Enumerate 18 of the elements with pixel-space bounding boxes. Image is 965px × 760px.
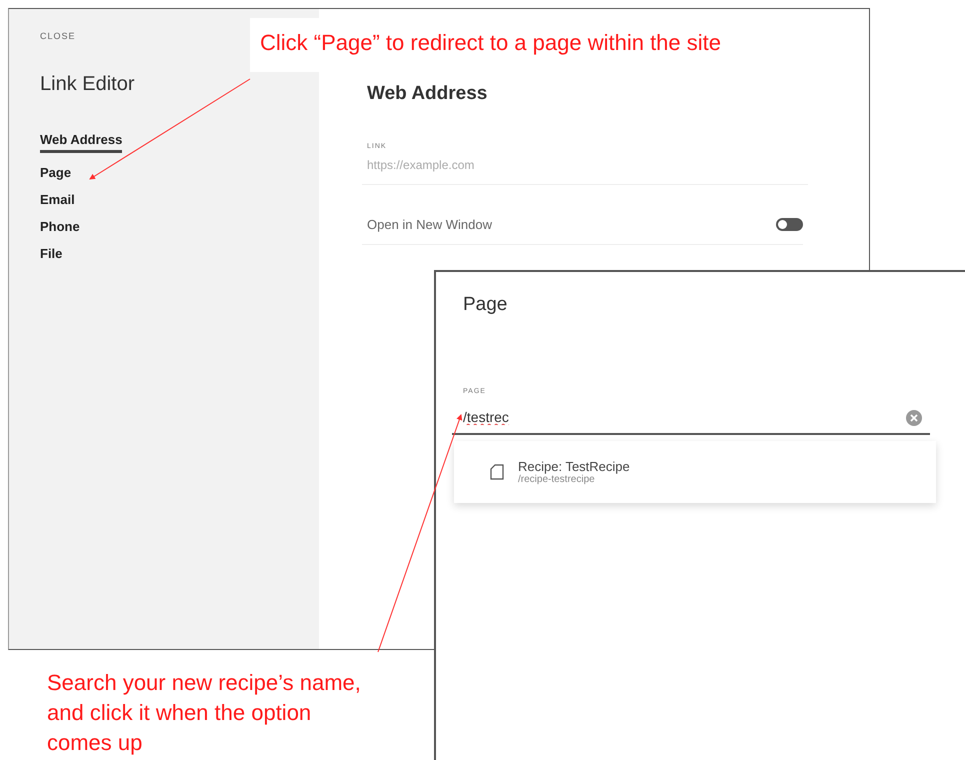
- page-icon: [490, 464, 504, 480]
- close-button[interactable]: CLOSE: [40, 31, 76, 41]
- clear-icon[interactable]: [906, 410, 922, 426]
- result-path: /recipe-testrecipe: [518, 474, 596, 485]
- sidebar-item[interactable]: File: [40, 246, 62, 261]
- link-input-field[interactable]: https://example.com: [362, 150, 808, 185]
- panel-title: Web Address: [367, 83, 488, 105]
- sidebar-item[interactable]: Web Address: [40, 132, 122, 153]
- sidebar-item[interactable]: Phone: [40, 219, 80, 234]
- toggle-label: Open in New Window: [367, 217, 492, 232]
- sidebar-item[interactable]: Page: [40, 165, 72, 180]
- dialog-title: Page: [463, 294, 508, 316]
- sidebar-title: Link Editor: [40, 73, 136, 96]
- sidebar-item[interactable]: Email: [40, 192, 75, 207]
- search-result[interactable]: Recipe: TestRecipe /recipe-testrecipe: [454, 441, 936, 503]
- annotation-text: Search your new recipe’s name, and click it when the option comes up: [47, 669, 362, 757]
- result-title: Recipe: TestRecipe: [518, 459, 630, 474]
- toggle-switch[interactable]: [776, 218, 803, 231]
